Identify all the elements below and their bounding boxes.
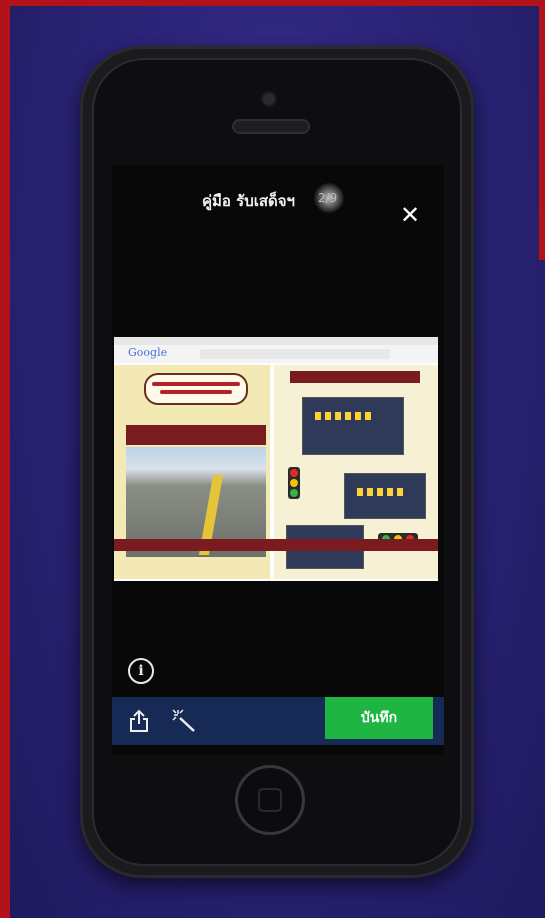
diagram-vehicles [357,488,407,496]
traffic-light-vertical [288,467,300,499]
red-light [290,469,298,477]
heading-line [152,382,240,386]
yellow-light [290,479,298,487]
front-camera [263,93,275,105]
red-edge-right [539,0,545,260]
home-button-square [258,788,282,812]
green-light [290,489,298,497]
browser-status-bar [114,337,438,345]
close-icon[interactable]: ✕ [398,203,422,227]
document-photo[interactable]: Google [114,337,438,581]
bottom-toolbar: บันทึก [112,697,444,745]
magic-wand-icon[interactable] [172,709,198,733]
url-field [200,349,390,359]
page-footer-band [114,539,438,551]
phone-screen: คู่มือ รับเสด็จฯ 2/9 ✕ Google i บันทึก [112,165,444,755]
page-title: คู่มือ รับเสด็จฯ [202,192,295,210]
share-icon[interactable] [128,709,150,733]
earpiece-speaker [234,121,308,132]
section-heading-bubble [144,373,248,405]
red-edge-left [0,0,10,918]
traffic-diagram [344,473,426,519]
header: คู่มือ รับเสด็จฯ 2/9 ✕ [112,183,444,227]
diagram-vehicles [315,412,375,420]
info-icon[interactable]: i [128,658,154,684]
heading-line [160,390,232,394]
traffic-diagram [302,397,404,455]
google-logo: Google [128,346,168,359]
section-label-banner [126,425,266,445]
save-button[interactable]: บันทึก [325,697,433,739]
photo-counter: 2/9 [318,191,338,205]
diagram-title-band [290,371,420,383]
home-button[interactable] [238,768,302,832]
